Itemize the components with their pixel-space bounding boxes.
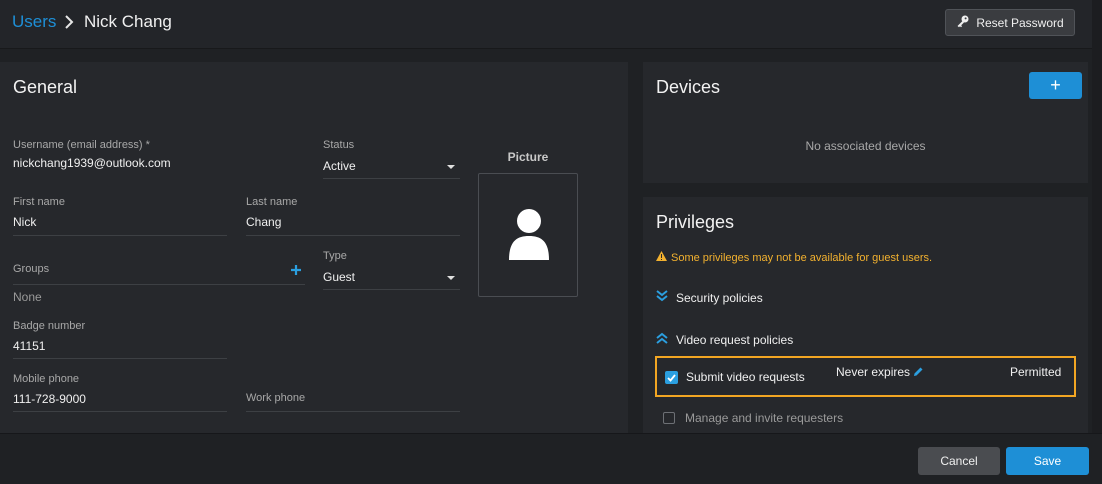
- picture-label: Picture: [507, 150, 549, 164]
- checkmark-icon: [667, 371, 676, 385]
- expiry-text: Never expires: [836, 365, 911, 379]
- username-field[interactable]: nickchang1939@outlook.com: [13, 156, 171, 170]
- last-name-label: Last name: [246, 196, 298, 208]
- double-chevron-up-icon: [656, 332, 668, 347]
- mobile-phone-field[interactable]: 111-728-9000: [13, 387, 227, 412]
- mobile-phone-value: 111-728-9000: [13, 392, 86, 406]
- general-title: General: [13, 77, 78, 97]
- page-title: Nick Chang: [84, 12, 172, 31]
- work-phone-field[interactable]: [246, 387, 460, 412]
- username-label: Username (email address) *: [13, 139, 150, 151]
- badge-number-label: Badge number: [13, 320, 86, 332]
- type-value: Guest: [323, 270, 356, 284]
- warning-text: Some privileges may not be available for…: [671, 251, 933, 264]
- groups-value: None: [13, 290, 42, 304]
- privileges-title: Privileges: [656, 212, 735, 232]
- permission-state: Permitted: [1010, 365, 1062, 379]
- manage-invite-checkbox[interactable]: [663, 412, 675, 424]
- caret-down-icon: [447, 276, 455, 280]
- status-select[interactable]: Active: [323, 154, 460, 179]
- user-avatar-icon: [506, 208, 552, 265]
- groups-label: Groups: [13, 263, 50, 275]
- cancel-button[interactable]: Cancel: [918, 447, 1000, 475]
- picture-upload[interactable]: [478, 173, 578, 297]
- video-request-policies-label: Video request policies: [676, 332, 794, 347]
- chevron-right-icon: [64, 14, 74, 33]
- reset-password-label: Reset Password: [976, 15, 1064, 30]
- type-select[interactable]: Guest: [323, 265, 460, 290]
- mobile-phone-label: Mobile phone: [13, 373, 80, 385]
- first-name-value: Nick: [13, 215, 37, 229]
- badge-number-value: 41151: [13, 339, 46, 353]
- first-name-field[interactable]: Nick: [13, 210, 227, 236]
- edit-pencil-icon[interactable]: [913, 366, 924, 380]
- submit-video-requests-row: Submit video requests Never expires Perm…: [655, 356, 1076, 397]
- save-button[interactable]: Save: [1006, 447, 1089, 475]
- add-group-icon[interactable]: [290, 264, 302, 279]
- manage-invite-label: Manage and invite requesters: [685, 411, 844, 425]
- status-label: Status: [323, 139, 355, 151]
- reset-password-button[interactable]: Reset Password: [945, 9, 1075, 36]
- submit-video-requests-checkbox[interactable]: [665, 371, 678, 384]
- first-name-label: First name: [13, 196, 65, 208]
- security-policies-toggle[interactable]: Security policies: [656, 290, 763, 305]
- scrollbar[interactable]: [1092, 0, 1102, 483]
- security-policies-label: Security policies: [676, 290, 763, 305]
- add-device-button[interactable]: +: [1029, 72, 1082, 99]
- last-name-value: Chang: [246, 215, 282, 229]
- breadcrumb-users-link[interactable]: Users: [12, 12, 56, 32]
- guest-warning: Some privileges may not be available for…: [656, 251, 932, 264]
- submit-video-requests-label: Submit video requests: [686, 370, 805, 384]
- video-request-policies-toggle[interactable]: Video request policies: [656, 332, 793, 347]
- double-chevron-down-icon: [656, 290, 668, 305]
- key-icon: [956, 14, 970, 31]
- last-name-field[interactable]: Chang: [246, 210, 460, 236]
- badge-number-field[interactable]: 41151: [13, 334, 227, 359]
- type-label: Type: [323, 250, 347, 262]
- groups-divider: [13, 284, 305, 285]
- devices-empty-text: No associated devices: [805, 139, 926, 153]
- devices-title: Devices: [656, 77, 721, 97]
- manage-invite-row: Manage and invite requesters: [663, 411, 843, 425]
- status-value: Active: [323, 159, 356, 173]
- caret-down-icon: [447, 165, 455, 169]
- warning-icon: [656, 251, 667, 264]
